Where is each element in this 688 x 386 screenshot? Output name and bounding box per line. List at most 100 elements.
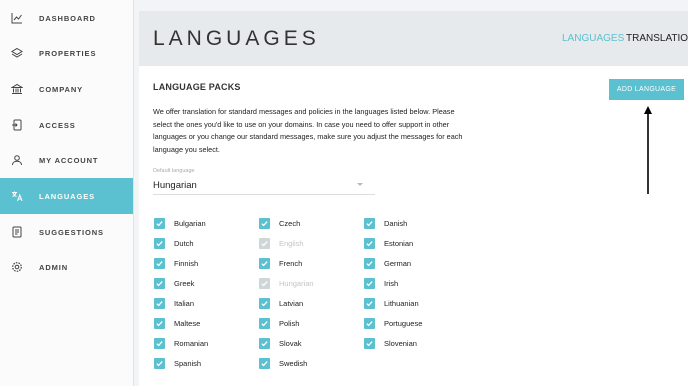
language-checkbox-italian[interactable]: Italian [154, 297, 194, 309]
language-checkbox-polish[interactable]: Polish [259, 317, 299, 329]
language-checkbox-danish[interactable]: Danish [364, 217, 407, 229]
login-icon [11, 119, 23, 131]
language-name: Hungarian [279, 278, 314, 288]
language-checkbox-maltese[interactable]: Maltese [154, 317, 200, 329]
language-name: Irish [384, 278, 399, 288]
language-name: English [279, 238, 304, 248]
sidebar-item-label: ADMIN [39, 262, 69, 272]
language-name: Polish [279, 318, 300, 328]
language-checkbox-slovak[interactable]: Slovak [259, 337, 302, 349]
checkmark-icon [154, 217, 165, 229]
add-language-button[interactable]: ADD LANGUAGE [609, 79, 684, 100]
sidebar-item-label: LANGUAGES [39, 191, 96, 201]
language-checkbox-hungarian: Hungarian [259, 277, 314, 289]
sidebar-item-dashboard[interactable]: DASHBOARD [0, 0, 133, 36]
language-name: Finnish [174, 258, 199, 268]
language-checkbox-german[interactable]: German [364, 257, 411, 269]
page-header: LANGUAGES LANGUAGES TRANSLATION [139, 11, 688, 66]
annotation-arrow [644, 106, 652, 194]
language-checkbox-finnish[interactable]: Finnish [154, 257, 198, 269]
tab-languages[interactable]: LANGUAGES [562, 33, 624, 44]
translate-icon [11, 190, 23, 202]
checkmark-icon [364, 297, 375, 309]
sidebar-item-my-account[interactable]: MY ACCOUNT [0, 142, 133, 178]
sidebar-item-label: PROPERTIES [39, 48, 97, 58]
language-checkbox-romanian[interactable]: Romanian [154, 337, 208, 349]
language-name: Estonian [384, 238, 414, 248]
checkmark-icon [259, 277, 270, 289]
language-name: German [384, 258, 412, 268]
checkmark-icon [259, 297, 270, 309]
language-name: Bulgarian [174, 218, 206, 228]
checkmark-icon [259, 257, 270, 269]
language-name: Swedish [279, 358, 308, 368]
sidebar-item-suggestions[interactable]: SUGGESTIONS [0, 214, 133, 250]
language-checkbox-greek[interactable]: Greek [154, 277, 194, 289]
section-title: LANGUAGE PACKS [153, 82, 241, 92]
user-icon [11, 154, 23, 166]
caret-down-icon [357, 183, 363, 186]
checkmark-icon [259, 317, 270, 329]
language-checkbox-dutch[interactable]: Dutch [154, 237, 194, 249]
gear-icon [11, 261, 23, 273]
tab-translation[interactable]: TRANSLATION [626, 33, 688, 44]
language-name: Danish [384, 218, 408, 228]
language-checkbox-irish[interactable]: Irish [364, 277, 398, 289]
default-language-value: Hungarian [153, 180, 197, 191]
checkmark-icon [154, 317, 165, 329]
language-checkbox-bulgarian[interactable]: Bulgarian [154, 217, 206, 229]
language-checkbox-spanish[interactable]: Spanish [154, 357, 201, 369]
language-checkbox-swedish[interactable]: Swedish [259, 357, 307, 369]
language-name: French [279, 258, 303, 268]
language-name: Spanish [174, 358, 202, 368]
checkmark-icon [364, 257, 375, 269]
language-name: Lithuanian [384, 298, 419, 308]
page-title: LANGUAGES [153, 27, 320, 50]
sidebar-item-label: MY ACCOUNT [39, 155, 99, 165]
checkmark-icon [364, 317, 375, 329]
language-name: Maltese [174, 318, 201, 328]
sidebar-item-admin[interactable]: ADMIN [0, 249, 133, 285]
checkmark-icon [154, 257, 165, 269]
language-checkbox-lithuanian[interactable]: Lithuanian [364, 297, 419, 309]
language-checkbox-english: English [259, 237, 304, 249]
sidebar-item-company[interactable]: COMPANY [0, 71, 133, 107]
checkmark-icon [364, 337, 375, 349]
default-language-select[interactable]: Default language Hungarian [153, 168, 375, 195]
default-language-label: Default language [153, 168, 195, 174]
sidebar-item-properties[interactable]: PROPERTIES [0, 35, 133, 71]
checkmark-icon [154, 357, 165, 369]
checkmark-icon [154, 277, 165, 289]
checkmark-icon [154, 337, 165, 349]
language-name: Greek [174, 278, 195, 288]
language-name: Romanian [174, 338, 209, 348]
sidebar-item-label: DASHBOARD [39, 13, 96, 23]
checkmark-icon [259, 237, 270, 249]
language-checkbox-slovenian[interactable]: Slovenian [364, 337, 417, 349]
language-name: Italian [174, 298, 195, 308]
checkmark-icon [364, 277, 375, 289]
main-panel: LANGUAGES LANGUAGES TRANSLATION LANGUAGE… [139, 11, 688, 386]
checkmark-icon [259, 357, 270, 369]
checkmark-icon [154, 237, 165, 249]
sidebar-item-languages[interactable]: LANGUAGES [0, 178, 133, 214]
checkmark-icon [259, 337, 270, 349]
sidebar-item-access[interactable]: ACCESS [0, 107, 133, 143]
layers-icon [11, 47, 23, 59]
sidebar-item-label: ACCESS [39, 120, 76, 130]
language-name: Slovak [279, 338, 302, 348]
language-checkbox-portuguese[interactable]: Portuguese [364, 317, 422, 329]
checkmark-icon [364, 237, 375, 249]
language-checkbox-estonian[interactable]: Estonian [364, 237, 413, 249]
document-icon [11, 226, 23, 238]
sidebar-item-label: SUGGESTIONS [39, 227, 104, 237]
sidebar: DASHBOARD PROPERTIES COMPANY ACCESS MY A… [0, 0, 134, 386]
chart-icon [11, 12, 23, 24]
sidebar-item-label: COMPANY [39, 84, 84, 94]
language-name: Dutch [174, 238, 194, 248]
language-checkbox-czech[interactable]: Czech [259, 217, 300, 229]
language-name: Slovenian [384, 338, 417, 348]
language-checkbox-latvian[interactable]: Latvian [259, 297, 303, 309]
checkmark-icon [154, 297, 165, 309]
language-checkbox-french[interactable]: French [259, 257, 302, 269]
